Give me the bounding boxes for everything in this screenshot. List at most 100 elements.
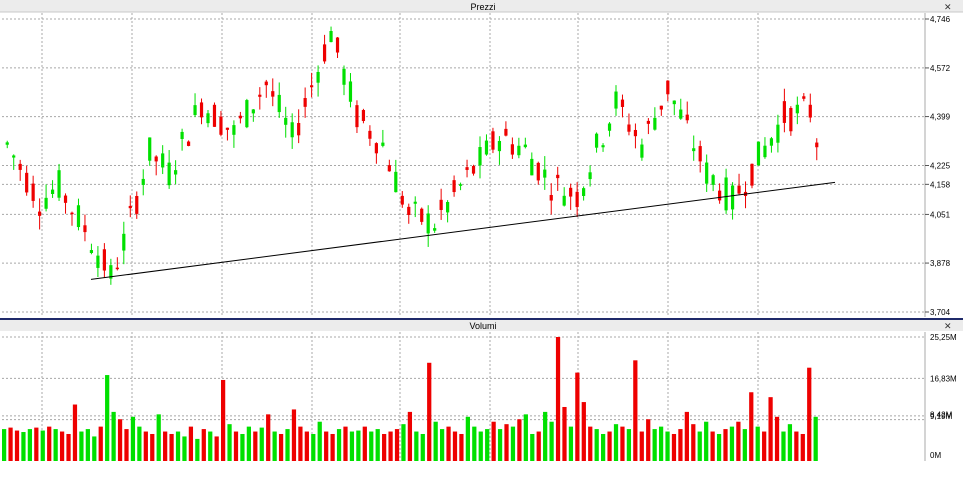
volume-bar bbox=[375, 429, 380, 461]
volume-bar bbox=[2, 429, 7, 461]
candle-body bbox=[530, 158, 534, 176]
candle-body bbox=[471, 166, 476, 174]
volume-bar bbox=[40, 430, 45, 461]
candle-body bbox=[290, 122, 294, 138]
candle-body bbox=[808, 104, 812, 118]
candle-body bbox=[335, 37, 340, 53]
volume-bar bbox=[163, 431, 168, 461]
candle-body bbox=[322, 44, 327, 62]
candle-body bbox=[433, 228, 437, 231]
candle-body bbox=[465, 167, 469, 170]
volume-bar bbox=[330, 433, 335, 461]
candle-body bbox=[44, 197, 48, 209]
panel-separator[interactable] bbox=[0, 318, 963, 320]
candle-body bbox=[57, 170, 61, 198]
candle-body bbox=[381, 142, 385, 146]
volume-bar bbox=[336, 429, 342, 461]
volume-bar bbox=[601, 433, 606, 461]
candle-body bbox=[730, 185, 735, 210]
candle-body bbox=[264, 81, 268, 86]
volume-bar bbox=[66, 433, 71, 461]
candle-body bbox=[698, 146, 702, 162]
volume-tick-label: 0M bbox=[930, 451, 941, 460]
candle-body bbox=[102, 249, 106, 271]
volume-bar bbox=[517, 419, 522, 461]
candle-body bbox=[458, 184, 463, 186]
candle-body bbox=[50, 189, 55, 195]
candle-body bbox=[141, 178, 145, 185]
volume-bar bbox=[8, 427, 13, 461]
candle-body bbox=[361, 110, 366, 122]
trendline[interactable] bbox=[90, 181, 836, 280]
price-panel-title: Prezzi bbox=[470, 2, 495, 12]
volume-bar bbox=[510, 426, 516, 461]
candle-body bbox=[789, 107, 793, 132]
candle-body bbox=[277, 94, 281, 113]
candle-body bbox=[206, 113, 210, 124]
volume-bar bbox=[536, 431, 541, 461]
candle-body bbox=[679, 109, 683, 119]
volume-bar bbox=[665, 431, 670, 461]
volume-bar bbox=[549, 421, 554, 461]
candle-body bbox=[115, 267, 119, 270]
volume-panel-close-icon[interactable]: ✕ bbox=[944, 321, 952, 331]
candle-body bbox=[640, 144, 644, 158]
volume-bar bbox=[800, 433, 805, 461]
volume-bar bbox=[27, 429, 33, 461]
candle-body bbox=[782, 101, 786, 123]
candle-body bbox=[89, 250, 94, 254]
volume-bar bbox=[14, 430, 20, 461]
volume-bar bbox=[459, 433, 464, 461]
volume-bar bbox=[427, 362, 432, 461]
candle-body bbox=[251, 109, 255, 114]
volume-bar bbox=[774, 416, 780, 461]
price-tick-label: 4,225 bbox=[930, 162, 951, 171]
candle-body bbox=[491, 131, 495, 150]
candle-body bbox=[212, 104, 217, 127]
candle-body bbox=[478, 147, 482, 166]
volume-bar bbox=[92, 436, 97, 461]
volume-bar bbox=[723, 429, 728, 461]
volume-bar bbox=[195, 438, 200, 461]
candle-body bbox=[18, 163, 22, 170]
volume-bar bbox=[620, 426, 625, 461]
candle-body bbox=[633, 129, 638, 137]
volume-bar bbox=[472, 426, 477, 461]
volume-bar bbox=[169, 433, 174, 461]
candle-body bbox=[750, 163, 754, 186]
candle-body bbox=[186, 141, 191, 146]
volume-bar bbox=[59, 431, 65, 461]
volume-bar bbox=[291, 409, 297, 461]
volume-bar bbox=[504, 424, 509, 461]
candle-body bbox=[575, 191, 579, 208]
candle-body bbox=[238, 115, 242, 119]
volume-bar bbox=[72, 404, 78, 461]
candle-body bbox=[815, 142, 819, 148]
price-panel-close-icon[interactable]: ✕ bbox=[944, 2, 952, 12]
candle-body bbox=[180, 131, 184, 140]
volume-bar bbox=[253, 431, 258, 461]
volume-bar bbox=[568, 426, 574, 461]
volume-bar bbox=[105, 375, 110, 461]
candle-body bbox=[245, 100, 249, 128]
candle-body bbox=[569, 187, 573, 197]
volume-bar bbox=[111, 411, 116, 461]
candle-body bbox=[685, 114, 689, 121]
volume-bar bbox=[588, 426, 593, 461]
candle-body bbox=[692, 148, 696, 152]
candle-body bbox=[387, 165, 391, 172]
volume-bar bbox=[298, 426, 303, 461]
candle-body bbox=[258, 94, 262, 97]
candle-body bbox=[297, 122, 301, 136]
volume-bar bbox=[439, 429, 445, 461]
candle-body bbox=[426, 213, 430, 234]
candle-body bbox=[601, 145, 605, 148]
volume-bar bbox=[607, 431, 612, 461]
candle-body bbox=[497, 140, 502, 152]
volume-bar bbox=[304, 431, 309, 461]
volume-bar bbox=[124, 429, 129, 461]
candle-body bbox=[737, 185, 741, 194]
candle-body bbox=[543, 169, 547, 178]
candle-body bbox=[646, 120, 650, 124]
candle-body bbox=[148, 137, 152, 161]
